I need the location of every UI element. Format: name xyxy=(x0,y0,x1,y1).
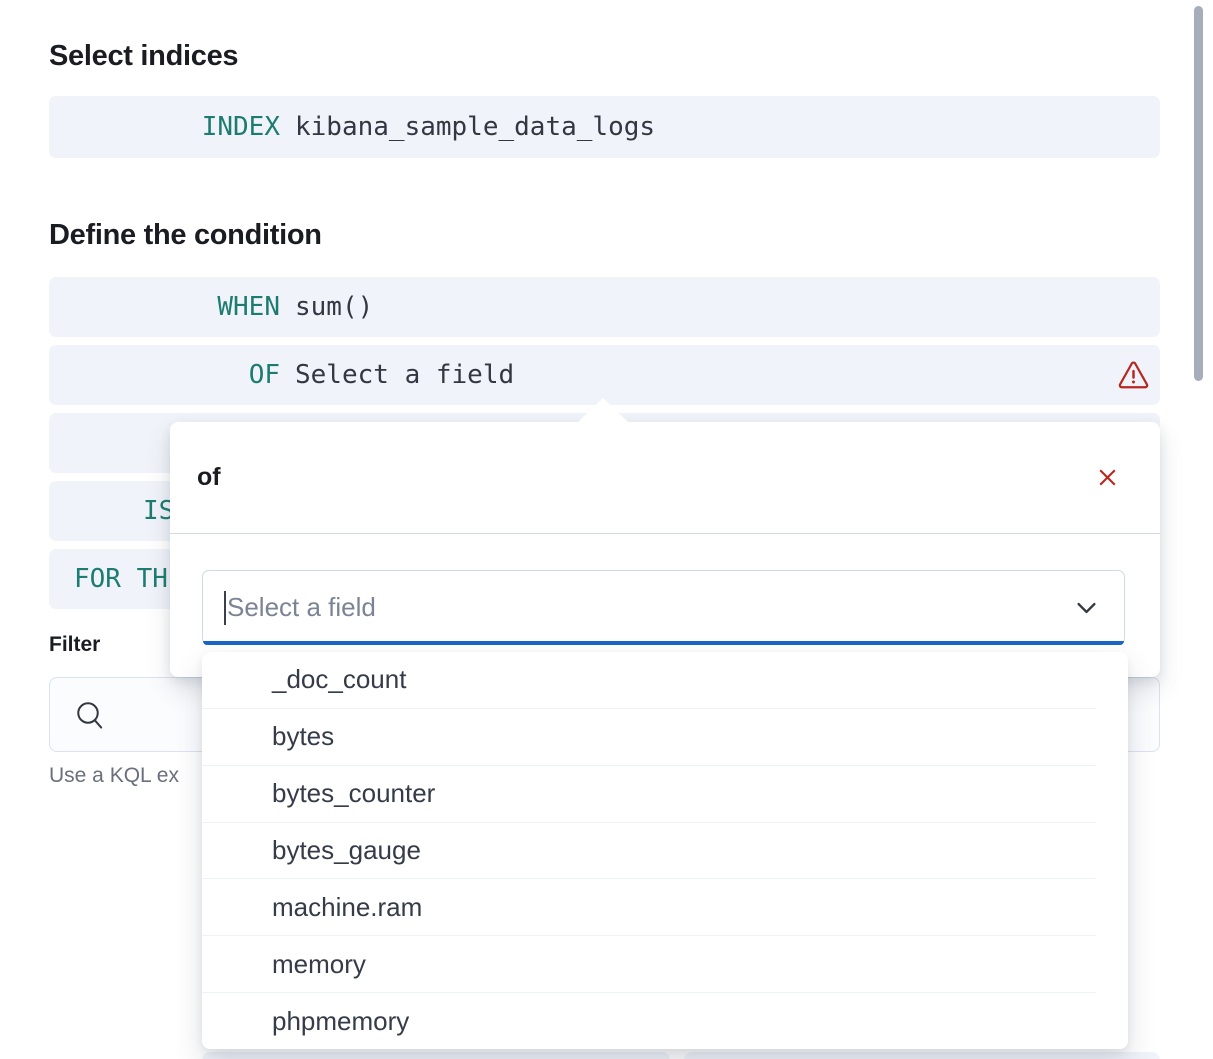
popover-header: of xyxy=(170,422,1160,534)
field-option[interactable]: _doc_count xyxy=(202,652,1096,709)
field-options-listbox: _doc_count bytes bytes_counter bytes_gau… xyxy=(202,652,1128,1049)
alert-triangle-icon xyxy=(1118,361,1149,390)
background-expression-stub xyxy=(684,1052,1160,1059)
expression-keyword: WHEN xyxy=(49,292,280,322)
field-option[interactable]: bytes xyxy=(202,709,1096,766)
expression-value: Select a field xyxy=(295,360,514,390)
field-option[interactable]: memory xyxy=(202,936,1096,993)
index-value: kibana_sample_data_logs xyxy=(295,112,655,142)
background-expression-stub xyxy=(202,1052,670,1059)
field-option[interactable]: bytes_gauge xyxy=(202,823,1096,880)
popover-arrow xyxy=(578,398,628,422)
expression-value: sum() xyxy=(295,292,373,322)
define-condition-title: Define the condition xyxy=(49,219,322,252)
field-option[interactable]: machine.ram xyxy=(202,879,1096,936)
filter-help-text: Use a KQL ex xyxy=(49,764,179,788)
condition-expression-button[interactable]: OF Select a field xyxy=(49,345,1160,405)
magnifier-icon xyxy=(74,699,106,731)
field-combobox[interactable]: Select a field xyxy=(202,570,1125,645)
rule-condition-page: Select indices INDEX kibana_sample_data_… xyxy=(0,0,1213,1059)
expression-keyword: FOR TH xyxy=(74,564,168,594)
index-expression-button[interactable]: INDEX kibana_sample_data_logs xyxy=(49,96,1160,158)
field-option[interactable]: phpmemory xyxy=(202,993,1096,1049)
filter-label: Filter xyxy=(49,633,100,657)
text-cursor xyxy=(224,591,226,625)
field-option[interactable]: bytes_counter xyxy=(202,766,1096,823)
x-icon xyxy=(1095,465,1120,490)
chevron-down-icon[interactable] xyxy=(1073,594,1100,621)
expression-keyword: OF xyxy=(49,360,280,390)
scrollbar-thumb[interactable] xyxy=(1194,6,1203,381)
select-indices-title: Select indices xyxy=(49,40,238,73)
of-popover: of Select a field xyxy=(170,422,1160,677)
condition-expression-button[interactable]: WHEN sum() xyxy=(49,277,1160,337)
close-popover-button[interactable] xyxy=(1095,465,1120,490)
popover-title: of xyxy=(197,463,221,492)
index-keyword: INDEX xyxy=(49,112,280,142)
field-combobox-placeholder: Select a field xyxy=(227,592,376,623)
